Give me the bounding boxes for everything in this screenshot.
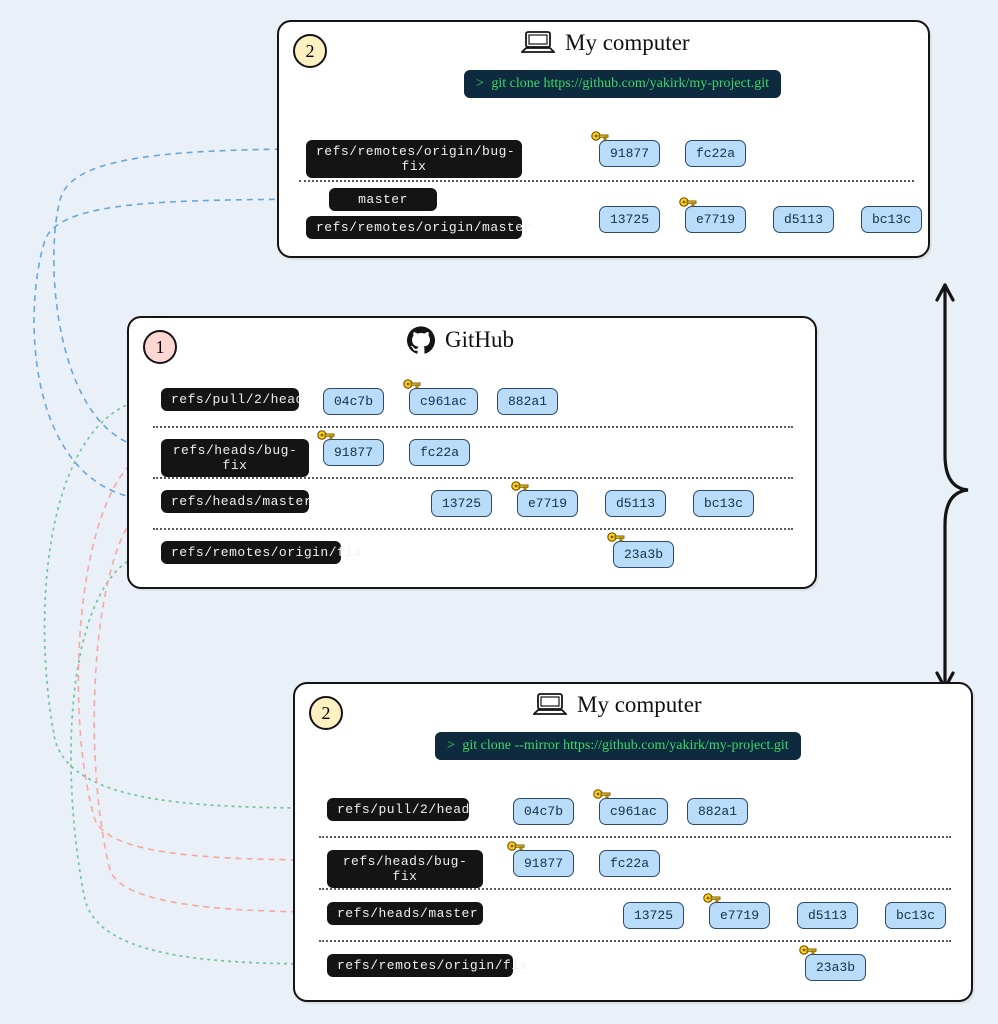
- commit-gh-882a1: 882a1: [497, 388, 558, 415]
- ref-top-master-local: master: [329, 188, 437, 211]
- step-badge-1: 1: [143, 330, 177, 364]
- brace-arrow: [937, 285, 968, 688]
- step-badge-2-top-label: 2: [306, 41, 315, 62]
- commit-gh-13725: 13725: [431, 490, 492, 517]
- commit-gh-91877: 91877: [323, 439, 384, 466]
- terminal-bottom: > git clone --mirror https://github.com/…: [435, 732, 801, 760]
- ref-gh-pull: refs/pull/2/head: [161, 388, 299, 411]
- ref-gh-bugfix: refs/heads/bug-fix: [161, 439, 309, 477]
- step-badge-2-bottom-label: 2: [322, 703, 331, 724]
- divider: [153, 426, 793, 428]
- divider: [319, 836, 951, 838]
- panel-title-bottom-text: My computer: [577, 692, 702, 718]
- terminal-top: > git clone https://github.com/yakirk/my…: [464, 70, 781, 98]
- ref-bot-pull: refs/pull/2/head: [327, 798, 469, 821]
- divider: [153, 528, 793, 530]
- commit-bot-c961ac: c961ac: [599, 798, 668, 825]
- commit-gh-c961ac: c961ac: [409, 388, 478, 415]
- terminal-bottom-cmd: git clone --mirror https://github.com/ya…: [462, 738, 788, 753]
- panel-mycomputer-bottom: 2 My computer > git clone --mirror https…: [293, 682, 973, 1002]
- github-icon: [407, 326, 435, 354]
- commit-gh-23a3b: 23a3b: [613, 541, 674, 568]
- commit-bot-d5113: d5113: [797, 902, 858, 929]
- step-badge-2-top: 2: [293, 34, 327, 68]
- ref-gh-remote-fix: refs/remotes/origin/fix: [161, 541, 341, 564]
- divider: [299, 180, 914, 182]
- commit-gh-d5113: d5113: [605, 490, 666, 517]
- commit-top-d5113: d5113: [773, 206, 834, 233]
- panel-title-bottom: My computer: [533, 692, 702, 718]
- commit-gh-bc13c: bc13c: [693, 490, 754, 517]
- panel-title-top-text: My computer: [565, 30, 690, 56]
- laptop-icon: [533, 692, 567, 718]
- panel-title-github: GitHub: [407, 326, 514, 354]
- step-badge-1-label: 1: [156, 337, 165, 358]
- panel-github: 1 GitHub refs/pull/2/head refs/heads/bug…: [127, 316, 817, 589]
- commit-bot-e7719: e7719: [709, 902, 770, 929]
- terminal-top-prompt: >: [476, 76, 484, 91]
- commit-bot-bc13c: bc13c: [885, 902, 946, 929]
- commit-top-e7719: e7719: [685, 206, 746, 233]
- commit-top-bc13c: bc13c: [861, 206, 922, 233]
- commit-top-91877: 91877: [599, 140, 660, 167]
- commit-bot-fc22a: fc22a: [599, 850, 660, 877]
- divider: [153, 477, 793, 479]
- divider: [319, 940, 951, 942]
- panel-title-top: My computer: [521, 30, 690, 56]
- ref-top-master-remote: refs/remotes/origin/master: [306, 216, 522, 239]
- commit-gh-04c7b: 04c7b: [323, 388, 384, 415]
- laptop-icon: [521, 30, 555, 56]
- terminal-bottom-prompt: >: [447, 738, 455, 753]
- panel-mycomputer-top: 2 My computer > git clone https://github…: [277, 20, 930, 258]
- commit-bot-13725: 13725: [623, 902, 684, 929]
- step-badge-2-bottom: 2: [309, 696, 343, 730]
- commit-top-13725: 13725: [599, 206, 660, 233]
- commit-gh-e7719: e7719: [517, 490, 578, 517]
- panel-title-github-text: GitHub: [445, 327, 514, 353]
- divider: [319, 888, 951, 890]
- ref-bot-remote-fix: refs/remotes/origin/fix: [327, 954, 513, 977]
- ref-gh-master: refs/heads/master: [161, 490, 309, 513]
- ref-bot-master: refs/heads/master: [327, 902, 483, 925]
- ref-bot-bugfix: refs/heads/bug-fix: [327, 850, 483, 888]
- commit-bot-91877: 91877: [513, 850, 574, 877]
- commit-top-fc22a: fc22a: [685, 140, 746, 167]
- commit-gh-fc22a: fc22a: [409, 439, 470, 466]
- commit-bot-882a1: 882a1: [687, 798, 748, 825]
- ref-top-bugfix: refs/remotes/origin/bug-fix: [306, 140, 522, 178]
- commit-bot-23a3b: 23a3b: [805, 954, 866, 981]
- commit-bot-04c7b: 04c7b: [513, 798, 574, 825]
- terminal-top-cmd: git clone https://github.com/yakirk/my-p…: [491, 76, 769, 91]
